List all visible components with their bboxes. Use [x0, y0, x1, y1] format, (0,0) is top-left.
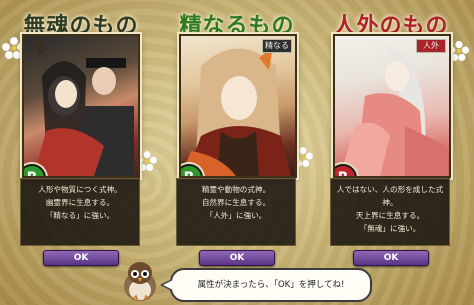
- ok-button[interactable]: OK: [43, 250, 119, 266]
- sparrow-mascot-icon: [124, 262, 156, 302]
- description-line: 人形や物質につく式神。: [38, 185, 122, 194]
- character-card-mukon[interactable]: R: [22, 34, 140, 178]
- description-line: 「人外」に強い。: [205, 211, 267, 220]
- character-portrait-icon: [32, 36, 134, 176]
- category-column-sei: 精なるもの 精なる R 精霊や動物の式神。 自然界に生息する。 「人外」に強い。…: [162, 0, 312, 305]
- character-portrait-icon: [181, 46, 291, 176]
- ok-button[interactable]: OK: [353, 250, 429, 266]
- category-description: 人ではない、人の形を成した式神。 天上界に生息する。 「無魂」に強い。: [330, 178, 450, 246]
- card-attribute-badge: 人外: [416, 39, 446, 53]
- description-line: 「無魂」に強い。: [359, 224, 421, 233]
- description-line: 精霊や動物の式神。: [201, 185, 271, 194]
- instruction-bubble: 属性が決まったら、「OK」を押してね!: [160, 268, 372, 302]
- category-column-jingai: 人外のもの 人外 R 人ではない、人の形を成した式神。 天上界に生息する。 「無…: [316, 0, 466, 305]
- description-line: 自然界に生息する。: [201, 198, 271, 207]
- description-line: 人ではない、人の形を成した式神。: [336, 185, 444, 207]
- category-description: 精霊や動物の式神。 自然界に生息する。 「人外」に強い。: [176, 178, 296, 246]
- character-card-sei[interactable]: 精なる R: [179, 34, 297, 178]
- character-card-jingai[interactable]: 人外 R: [333, 34, 451, 178]
- description-line: 幽霊界に生息する。: [45, 198, 115, 207]
- description-line: 天上界に生息する。: [355, 211, 425, 220]
- category-description: 人形や物質につく式神。 幽霊界に生息する。 「精なる」に強い。: [20, 178, 140, 246]
- description-line: 「精なる」に強い。: [45, 211, 115, 220]
- card-attribute-badge: 精なる: [262, 39, 292, 53]
- character-portrait-icon: [340, 46, 449, 176]
- ok-button[interactable]: OK: [199, 250, 275, 266]
- attribute-select-screen: 無魂のもの R 人形や物質につく式神。 幽霊界に生息する。 「精なる」に強い。 …: [0, 0, 474, 305]
